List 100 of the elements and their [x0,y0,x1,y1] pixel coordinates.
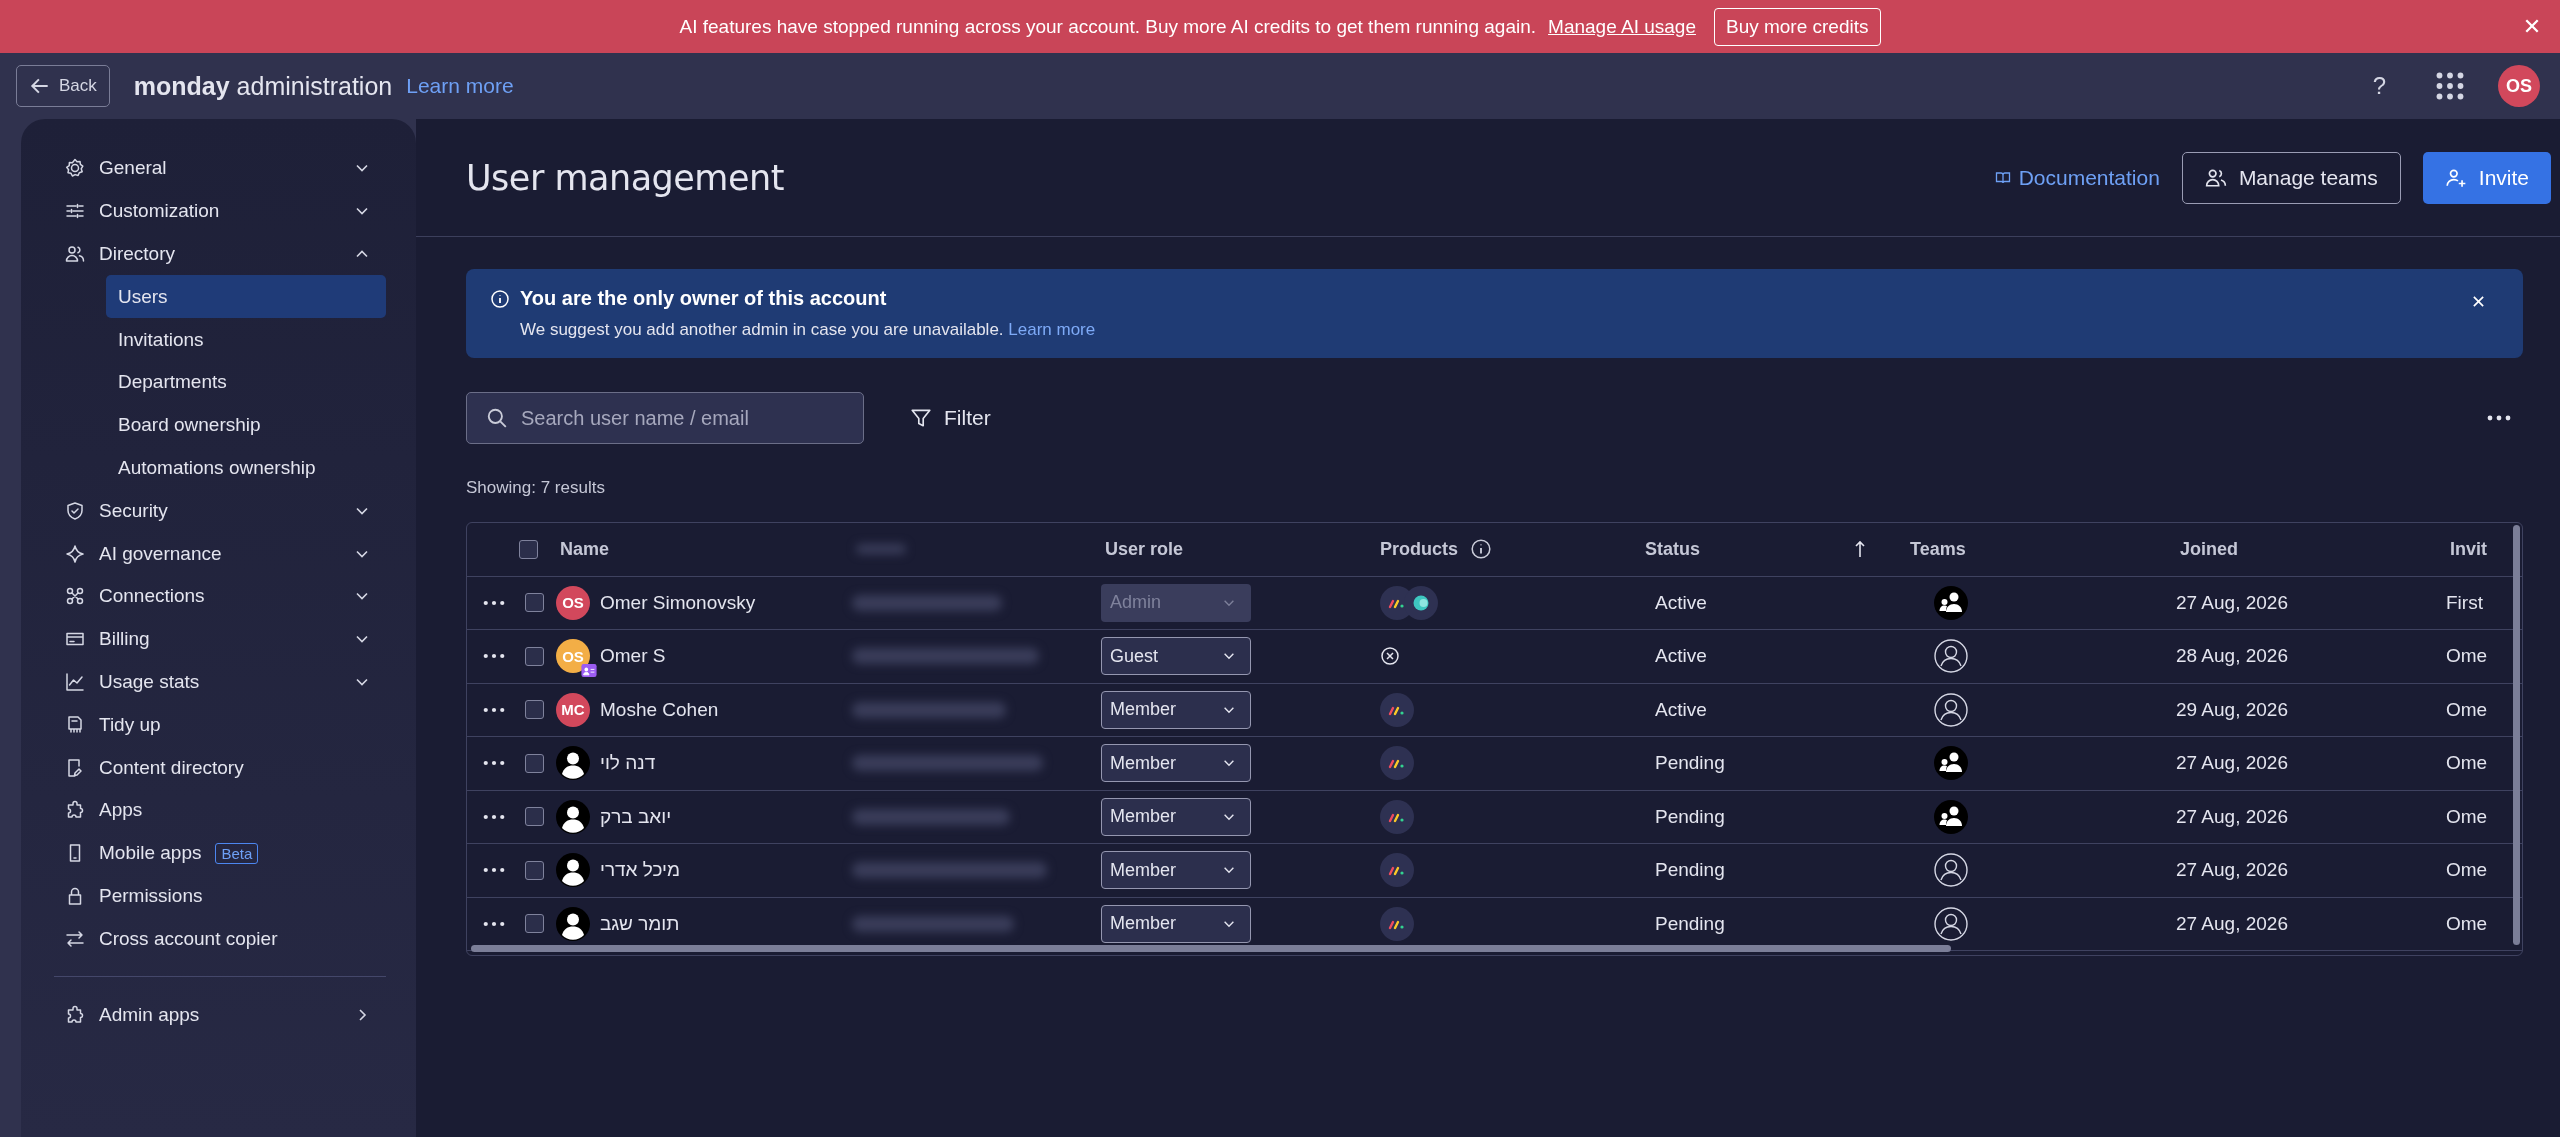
sidebar-item[interactable]: Directory [65,232,386,276]
sidebar-item[interactable]: Content directory [65,746,386,789]
row-checkbox[interactable] [525,646,544,666]
sidebar-subitem[interactable]: Automations ownership [106,446,386,490]
buy-credits-button[interactable]: Buy more credits [1713,7,1881,46]
back-button[interactable]: Back [16,65,110,107]
sidebar-subitem[interactable]: Invitations [106,318,386,361]
column-header[interactable]: Joined [2172,523,2442,576]
row-menu-icon[interactable] [483,760,505,767]
row-menu-icon[interactable] [483,920,505,927]
team-icon[interactable] [1934,799,1968,834]
sidebar-item[interactable]: Usage stats [65,660,386,704]
column-header[interactable]: User role [1097,523,1372,576]
joined-date: 29 Aug, 2026 [2176,698,2288,721]
sidebar-subitem[interactable]: Board ownership [106,403,386,447]
sidebar-item[interactable]: General [65,147,386,190]
sidebar-item[interactable]: Security [65,489,386,533]
user-name: דנה לוי [600,752,656,775]
nav-icon [65,928,85,949]
sidebar-subitem[interactable]: Departments [106,361,386,404]
person-icon[interactable] [1934,692,1968,727]
sidebar-subitem[interactable]: Users [106,275,386,319]
sidebar-item[interactable]: Apps [65,788,386,832]
user-avatar: MC [556,692,590,727]
horizontal-scrollbar[interactable] [471,945,1951,952]
team-icon[interactable] [1934,585,1968,620]
results-count: Showing: 7 results [466,478,606,498]
invited-by: Ome [2446,859,2488,882]
search-icon [486,407,508,429]
filter-button[interactable]: Filter [904,400,997,436]
user-avatar[interactable]: OS [2498,65,2540,107]
row-menu-icon[interactable] [483,867,505,874]
sidebar-item[interactable]: Admin apps [65,993,386,1036]
more-options-icon[interactable] [2487,415,2511,421]
joined-date: 27 Aug, 2026 [2176,752,2288,775]
user-avatar-icon [556,799,590,834]
sidebar-item[interactable]: AI governance [65,532,386,575]
user-name: Omer Simonovsky [600,591,756,614]
role-dropdown[interactable]: Member [1101,904,1251,943]
close-icon[interactable] [2524,18,2540,34]
row-menu-icon[interactable] [483,653,505,660]
search-field[interactable]: Search user name / email [466,392,864,444]
person-icon[interactable] [1934,853,1968,888]
row-checkbox[interactable] [525,914,544,934]
learn-more-link[interactable]: Learn more [1008,320,1096,339]
sort-arrow-icon[interactable] [1854,540,1866,559]
person-icon[interactable] [1934,639,1968,674]
sidebar-item[interactable]: Tidy up [65,703,386,747]
role-dropdown[interactable]: Member [1101,744,1251,783]
row-checkbox[interactable] [525,593,544,613]
manage-teams-button[interactable]: Manage teams [2181,151,2401,204]
manage-ai-usage-link[interactable]: Manage AI usage [1548,15,1696,38]
documentation-link[interactable]: Documentation [1994,165,2160,190]
row-checkbox[interactable] [525,753,544,773]
role-dropdown[interactable]: Guest [1101,637,1251,676]
select-all-checkbox[interactable] [519,539,538,559]
role-dropdown[interactable]: Member [1101,851,1251,890]
row-menu-icon[interactable] [483,599,505,606]
sidebar-item[interactable]: Permissions [65,874,386,918]
column-header[interactable]: Teams [1902,523,2172,576]
column-header[interactable]: Name [552,523,832,576]
sidebar-item[interactable]: Customization [65,189,386,233]
column-header[interactable]: Products [1372,523,1637,576]
info-icon[interactable] [1470,538,1492,561]
vertical-scrollbar[interactable] [2513,525,2520,945]
sidebar-item[interactable]: Connections [65,574,386,618]
sidebar-item[interactable]: Mobile apps Beta [65,831,386,875]
sidebar-item[interactable]: Billing [65,617,386,661]
team-icon[interactable] [1934,746,1968,781]
user-avatar-icon [556,853,590,888]
column-header[interactable]: Status [1637,523,1902,576]
joined-date: 27 Aug, 2026 [2176,805,2288,828]
row-menu-icon[interactable] [483,706,505,713]
row-checkbox[interactable] [525,860,544,880]
user-name: מיכל אדרי [600,859,681,882]
status-text: Pending [1654,859,1725,882]
learn-more-link[interactable]: Learn more [406,74,514,98]
invite-button[interactable]: Invite [2422,151,2551,204]
apps-grid-icon[interactable] [2436,72,2464,100]
close-icon[interactable] [2472,295,2485,308]
user-name: תומר שגב [600,912,680,935]
person-icon[interactable] [1934,906,1968,941]
row-checkbox[interactable] [525,807,544,827]
user-name: יואב ברק [600,805,672,828]
status-text: Pending [1654,752,1725,775]
nav-icon [65,500,85,521]
status-text: Active [1654,591,1707,614]
row-checkbox[interactable] [525,700,544,720]
invited-by: Ome [2446,752,2488,775]
puzzle-icon [65,1004,85,1025]
user-avatar: OS [556,585,590,620]
sidebar-item[interactable]: Cross account copier [65,917,386,961]
alert-message: AI features have stopped running across your account. Buy more AI credits to get them running again. [679,15,1537,38]
column-header[interactable]: Invit [2442,523,2522,576]
help-button[interactable]: ? [2366,71,2392,101]
joined-date: 28 Aug, 2026 [2176,645,2288,668]
row-menu-icon[interactable] [483,813,505,820]
role-dropdown[interactable]: Member [1101,690,1251,729]
user-avatar-icon [556,746,590,781]
role-dropdown[interactable]: Member [1101,797,1251,836]
